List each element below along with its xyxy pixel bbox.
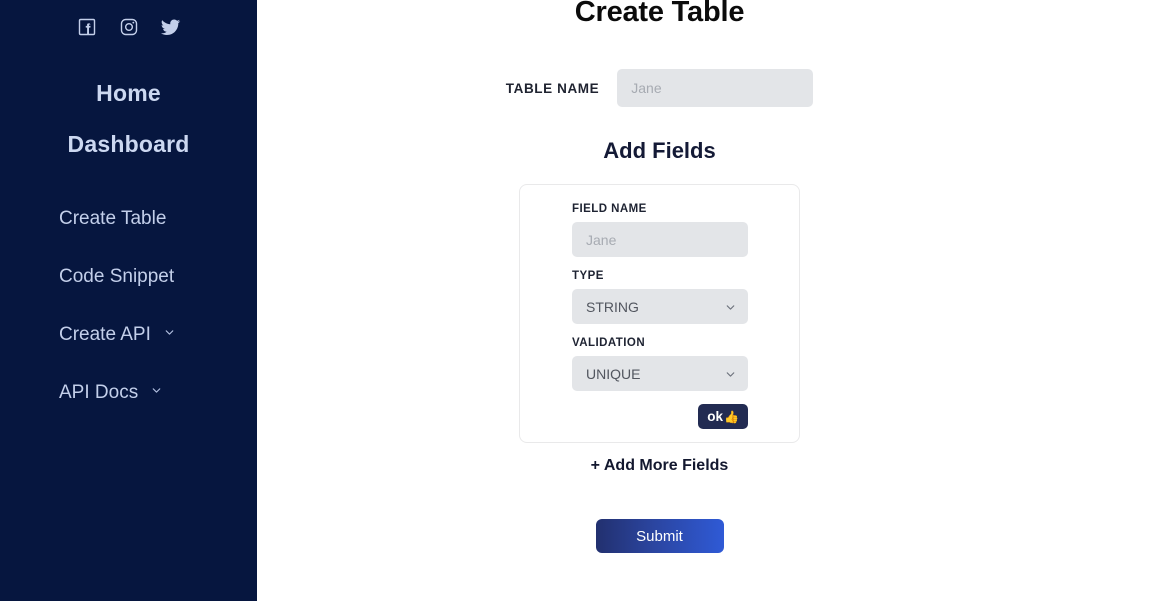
sidebar: Home Dashboard Create Table Code Snippet… [0,0,257,601]
brand-block: Home Dashboard [0,82,257,156]
field-name-label: FIELD NAME [572,203,647,215]
field-card: FIELD NAME TYPE STRINGNUMBERBOOLEANDATE … [519,184,800,443]
thumbs-up-icon: 👍 [724,409,739,424]
ok-button[interactable]: ok 👍 [698,404,748,429]
add-fields-heading: Add Fields [603,138,716,163]
sidebar-item-label: Create Table [59,208,167,229]
type-label: TYPE [572,270,604,282]
table-name-label: TABLE NAME [505,80,600,96]
sidebar-item-label: Code Snippet [59,266,175,287]
sidebar-item-label: Create API [59,324,151,345]
sidebar-item-label: API Docs [59,382,139,403]
sidebar-item-create-api[interactable]: Create API [0,322,257,348]
chevron-down-icon [163,326,176,339]
facebook-icon[interactable] [76,16,98,38]
validation-label: VALIDATION [572,337,646,349]
table-name-row: TABLE NAME [257,69,1062,107]
type-select-wrap: STRINGNUMBERBOOLEANDATE [572,289,748,324]
sidebar-item-home[interactable]: Home [0,82,257,105]
ok-button-label: ok [707,409,724,424]
validation-select-wrap: UNIQUEREQUIREDNONE [572,356,748,391]
ok-row: ok 👍 [572,404,748,429]
page-title: Create Table [574,0,745,28]
submit-button[interactable]: Submit [595,519,724,553]
submit-row: Submit [257,519,1062,553]
validation-select[interactable]: UNIQUEREQUIREDNONE [572,356,748,391]
sidebar-item-dashboard[interactable]: Dashboard [0,133,257,156]
sidebar-item-create-table[interactable]: Create Table [0,206,257,232]
field-name-input[interactable] [572,222,748,257]
add-more-fields-link[interactable]: + Add More Fields [257,457,1062,475]
type-select[interactable]: STRINGNUMBERBOOLEANDATE [572,289,748,324]
instagram-icon[interactable] [118,16,140,38]
chevron-down-icon [150,384,163,397]
main-content: Create Table TABLE NAME Add Fields FIELD… [257,0,1158,601]
sidebar-item-api-docs[interactable]: API Docs [0,380,257,406]
sidebar-item-code-snippet[interactable]: Code Snippet [0,264,257,290]
twitter-icon[interactable] [160,16,182,38]
social-links [0,16,257,38]
table-name-input[interactable] [617,69,814,107]
sidebar-nav: Create Table Code Snippet Create API API… [0,206,257,438]
